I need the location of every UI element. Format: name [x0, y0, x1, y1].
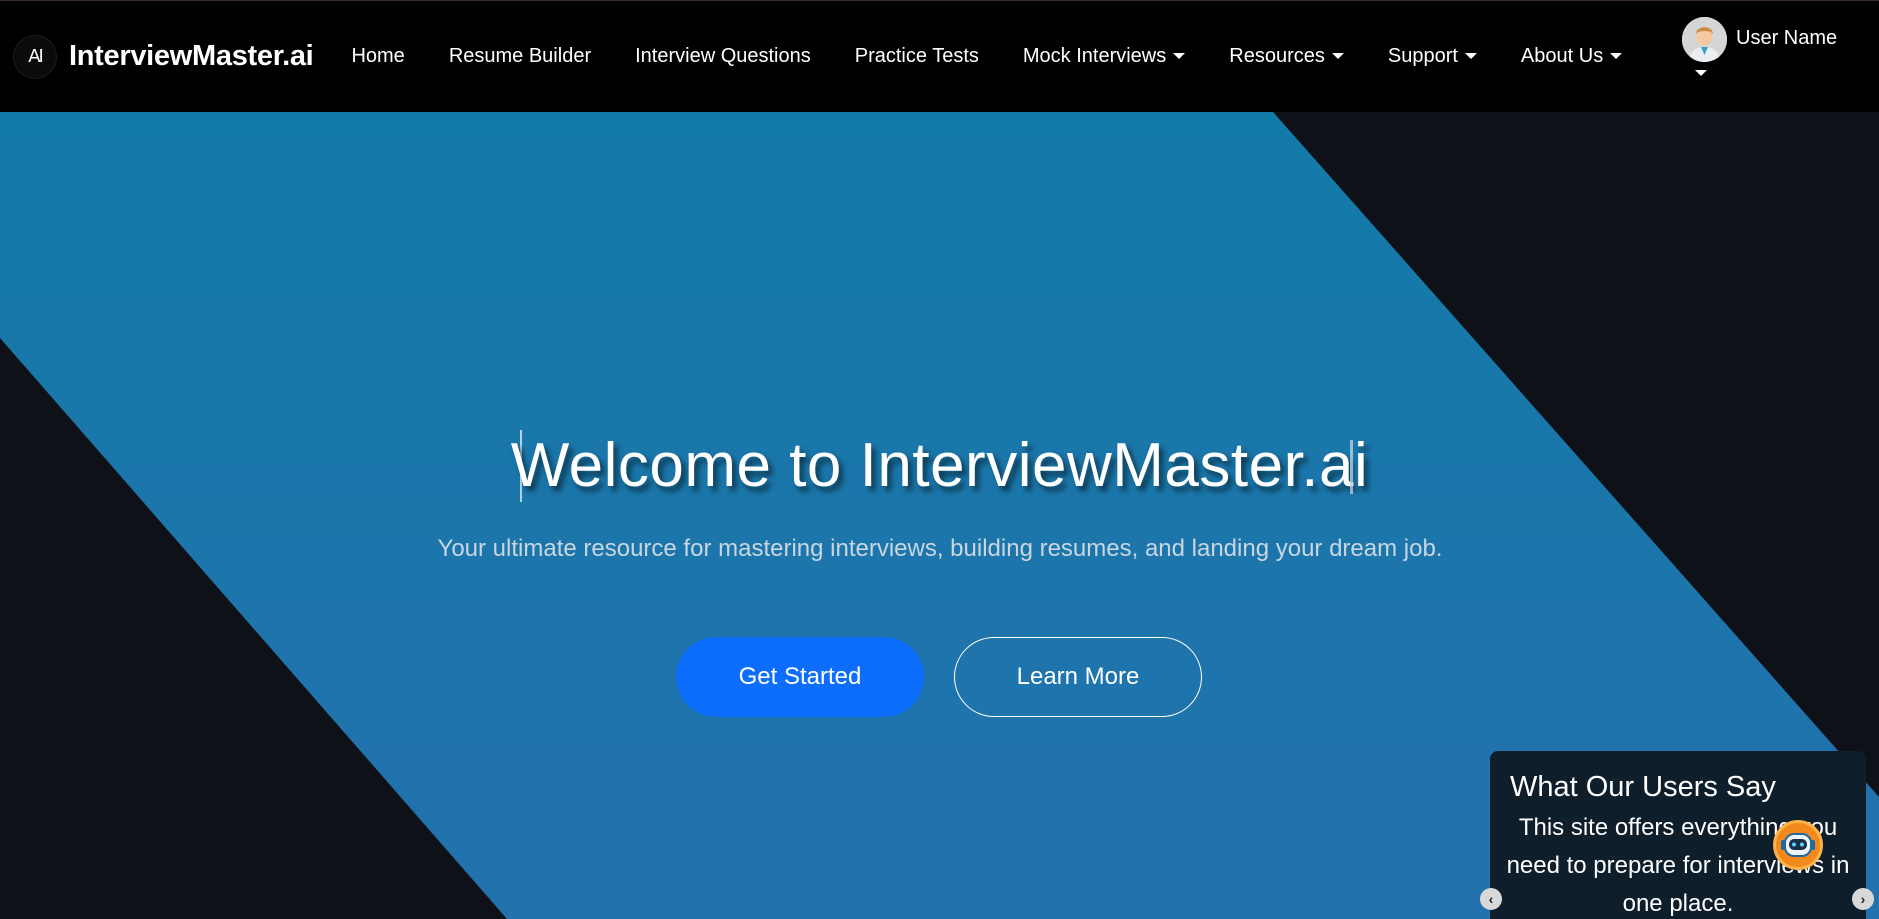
nav-support-dropdown[interactable]: Support — [1366, 1, 1499, 112]
caret-down-icon — [1173, 52, 1186, 59]
caret-down-icon — [1610, 52, 1623, 59]
page: AI InterviewMaster.ai Home Resume Builde… — [0, 0, 1879, 919]
brand[interactable]: AI InterviewMaster.ai — [13, 27, 314, 87]
testimonial-title: What Our Users Say — [1510, 771, 1776, 803]
nav-resources-dropdown[interactable]: Resources — [1207, 1, 1366, 112]
nav-links: Home Resume Builder Interview Questions … — [329, 1, 1644, 112]
chevron-right-icon[interactable]: › — [1852, 888, 1874, 910]
user-avatar-icon[interactable] — [1682, 17, 1727, 62]
caret-down-icon — [1464, 52, 1477, 59]
robot-assistant-icon[interactable] — [1773, 820, 1823, 870]
nav-home[interactable]: Home — [329, 1, 426, 112]
user-name[interactable]: User Name — [1736, 27, 1837, 50]
nav-resume-builder[interactable]: Resume Builder — [427, 1, 613, 112]
hero-subtitle: Your ultimate resource for mastering int… — [437, 535, 1443, 562]
chevron-left-icon[interactable]: ‹ — [1480, 888, 1502, 910]
top-navbar: AI InterviewMaster.ai Home Resume Builde… — [0, 0, 1879, 112]
nav-about-us-dropdown[interactable]: About Us — [1499, 1, 1644, 112]
caret-down-icon — [1331, 52, 1344, 59]
nav-practice-tests[interactable]: Practice Tests — [833, 1, 1001, 112]
brand-name[interactable]: InterviewMaster.ai — [69, 40, 314, 73]
learn-more-button[interactable]: Learn More — [954, 637, 1202, 717]
get-started-button[interactable]: Get Started — [676, 637, 924, 717]
caret-down-icon[interactable] — [1695, 70, 1707, 76]
typing-caret — [1350, 440, 1353, 494]
nav-interview-questions[interactable]: Interview Questions — [613, 1, 833, 112]
brand-logo-icon[interactable]: AI — [13, 34, 57, 79]
nav-mock-interviews-dropdown[interactable]: Mock Interviews — [1001, 1, 1207, 112]
hero-title: Welcome to InterviewMaster.ai — [510, 431, 1369, 500]
user-menu-dropdown[interactable]: User Name — [1682, 15, 1872, 105]
